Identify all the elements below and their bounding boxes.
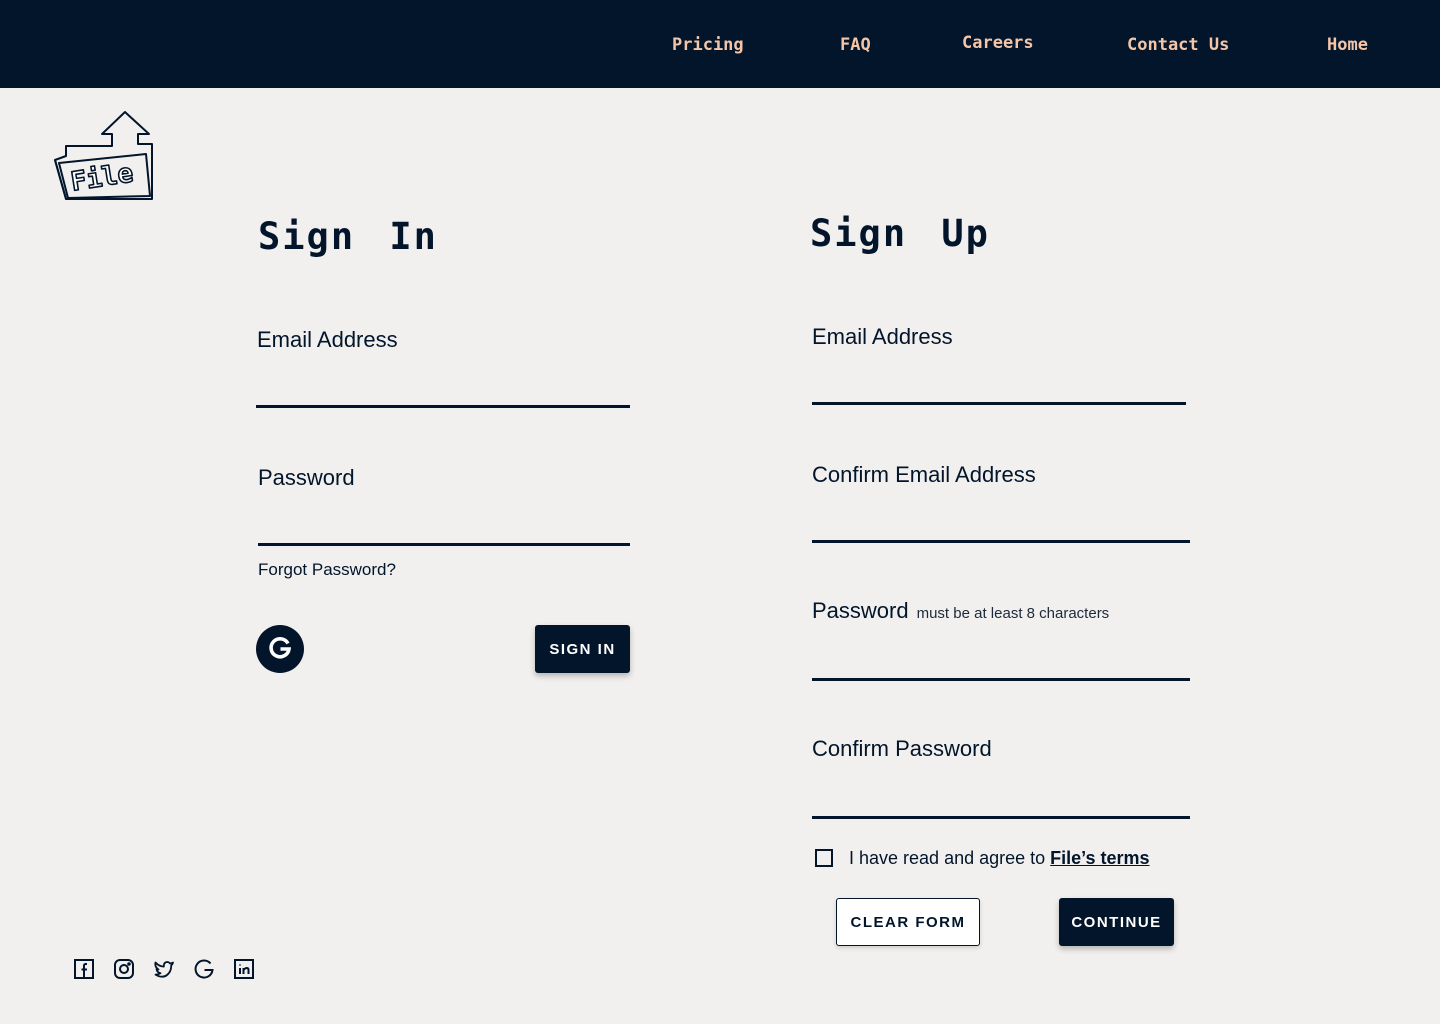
facebook-icon[interactable] [73, 958, 95, 980]
nav-link-pricing[interactable]: Pricing [672, 33, 744, 57]
file-logo[interactable]: File [52, 110, 156, 204]
confirm-password-label: Confirm Password [812, 736, 992, 761]
terms-text: I have read and agree to File’s terms [849, 846, 1150, 870]
terms-checkbox[interactable] [815, 849, 833, 867]
sign-in-heading: Sign In [258, 215, 438, 258]
nav-link-careers[interactable]: Careers [962, 31, 1034, 55]
nav-link-home[interactable]: Home [1327, 33, 1368, 57]
sign-in-email-input[interactable] [256, 369, 630, 408]
confirm-password-input[interactable] [812, 780, 1190, 819]
confirm-email-label: Confirm Email Address [812, 462, 1036, 487]
sign-in-button[interactable]: SIGN IN [535, 625, 630, 673]
sign-up-password-input[interactable] [812, 642, 1190, 681]
clear-form-button[interactable]: CLEAR FORM [836, 898, 980, 946]
sign-in-password-label: Password [258, 465, 355, 490]
sign-up-password-label-row: Password must be at least 8 characters [812, 597, 1109, 628]
sign-in-password-input[interactable] [258, 507, 630, 546]
google-g-icon [268, 636, 292, 663]
forgot-password-link[interactable]: Forgot Password? [258, 560, 396, 580]
sign-up-email-input[interactable] [812, 366, 1186, 405]
linkedin-icon[interactable] [233, 958, 255, 980]
nav-link-faq[interactable]: FAQ [840, 33, 871, 57]
nav-link-contact-us[interactable]: Contact Us [1127, 33, 1229, 57]
password-hint: must be at least 8 characters [916, 605, 1110, 622]
confirm-email-input[interactable] [812, 504, 1190, 543]
twitter-icon[interactable] [153, 958, 175, 980]
terms-prefix: I have read and agree to [849, 848, 1046, 868]
google-icon[interactable] [193, 958, 215, 980]
sign-up-email-label: Email Address [812, 324, 953, 349]
google-sign-in-button[interactable] [256, 625, 304, 673]
sign-up-heading: Sign Up [810, 212, 990, 255]
continue-button[interactable]: CONTINUE [1059, 898, 1174, 946]
sign-up-password-label: Password [812, 598, 909, 623]
instagram-icon[interactable] [113, 958, 135, 980]
sign-in-email-label: Email Address [257, 327, 398, 352]
top-nav-bar: Pricing FAQ Careers Contact Us Home [0, 0, 1440, 88]
terms-link[interactable]: File’s terms [1050, 848, 1149, 868]
